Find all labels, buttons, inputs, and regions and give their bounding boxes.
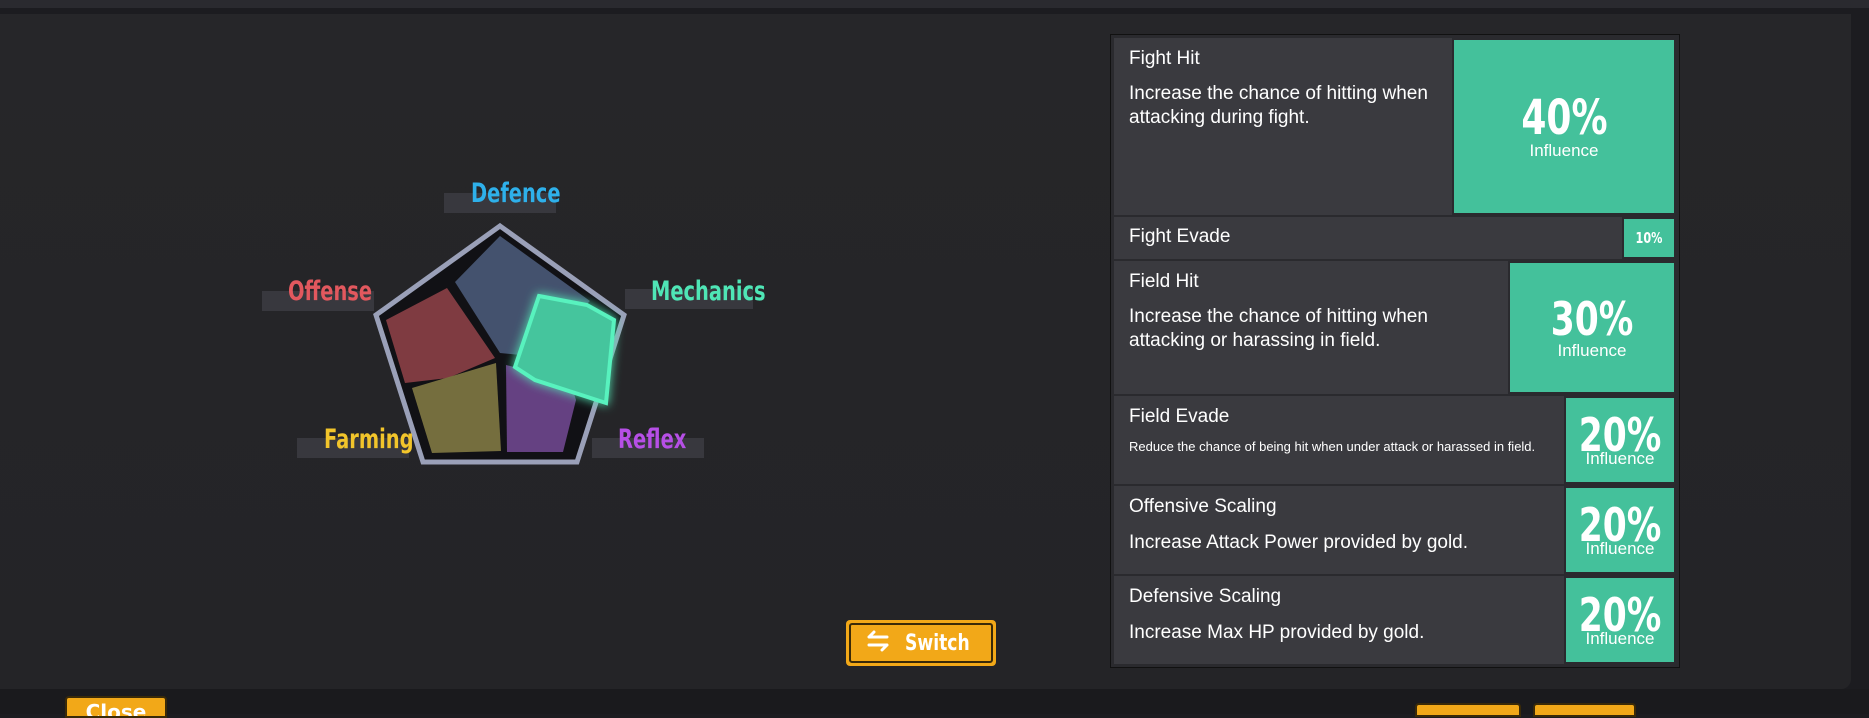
stat-name: Fight Evade xyxy=(1129,226,1231,247)
influence-box: 20% Influence xyxy=(1564,486,1676,574)
stat-description: Increase Attack Power provided by gold. xyxy=(1129,532,1469,553)
stat-row-defensive-scaling: Defensive Scaling Increase Max HP provid… xyxy=(1114,576,1676,664)
stat-row-field-hit: Field Hit Increase the chance of hitting… xyxy=(1114,261,1676,394)
stat-description: Reduce the chance of being hit when unde… xyxy=(1129,439,1536,454)
stat-description: Increase Max HP provided by gold. xyxy=(1129,622,1425,643)
swap-arrows-icon xyxy=(865,630,891,657)
stat-row-offensive-scaling: Offensive Scaling Increase Attack Power … xyxy=(1114,486,1676,574)
influence-box: 10% xyxy=(1622,217,1676,259)
stat-name: Defensive Scaling xyxy=(1129,586,1282,607)
influence-percent: 10% xyxy=(1635,228,1663,247)
offense-label[interactable]: Offense xyxy=(288,276,372,307)
mechanics-label[interactable]: Mechanics xyxy=(651,276,766,307)
stat-name: Field Hit xyxy=(1129,271,1199,292)
influence-percent: 20% xyxy=(1578,588,1662,642)
stat-row-field-evade: Field Evade Reduce the chance of being h… xyxy=(1114,396,1676,484)
top-bar xyxy=(0,0,1869,8)
farming-label[interactable]: Farming xyxy=(324,424,414,455)
close-button-label: Close xyxy=(85,700,147,718)
influence-box: 40% Influence xyxy=(1452,38,1676,215)
influence-percent: 20% xyxy=(1578,498,1662,552)
bottom-button-2[interactable] xyxy=(1533,703,1636,717)
stats-table: Fight Hit Increase the chance of hitting… xyxy=(1110,34,1680,668)
stat-name: Offensive Scaling xyxy=(1129,496,1277,517)
influence-percent: 40% xyxy=(1520,89,1608,146)
stat-description: Increase the chance of hitting when atta… xyxy=(1129,306,1428,351)
influence-box: 20% Influence xyxy=(1564,576,1676,664)
close-button[interactable]: Close xyxy=(65,696,167,718)
reflex-label[interactable]: Reflex xyxy=(618,424,686,455)
bottom-button-1[interactable] xyxy=(1415,703,1521,717)
influence-box: 20% Influence xyxy=(1564,396,1676,484)
defence-label[interactable]: Defence xyxy=(471,178,561,209)
stat-description: Increase the chance of hitting when atta… xyxy=(1129,83,1428,128)
stat-row-fight-hit: Fight Hit Increase the chance of hitting… xyxy=(1114,38,1676,215)
influence-percent: 30% xyxy=(1550,291,1634,346)
switch-button[interactable]: Switch xyxy=(846,620,996,666)
stat-row-fight-evade: Fight Evade 10% xyxy=(1114,217,1676,259)
influence-percent: 20% xyxy=(1578,408,1662,462)
influence-box: 30% Influence xyxy=(1508,261,1676,394)
stat-name: Field Evade xyxy=(1129,406,1230,427)
switch-button-label: Switch xyxy=(905,630,970,656)
stat-name: Fight Hit xyxy=(1129,48,1200,69)
